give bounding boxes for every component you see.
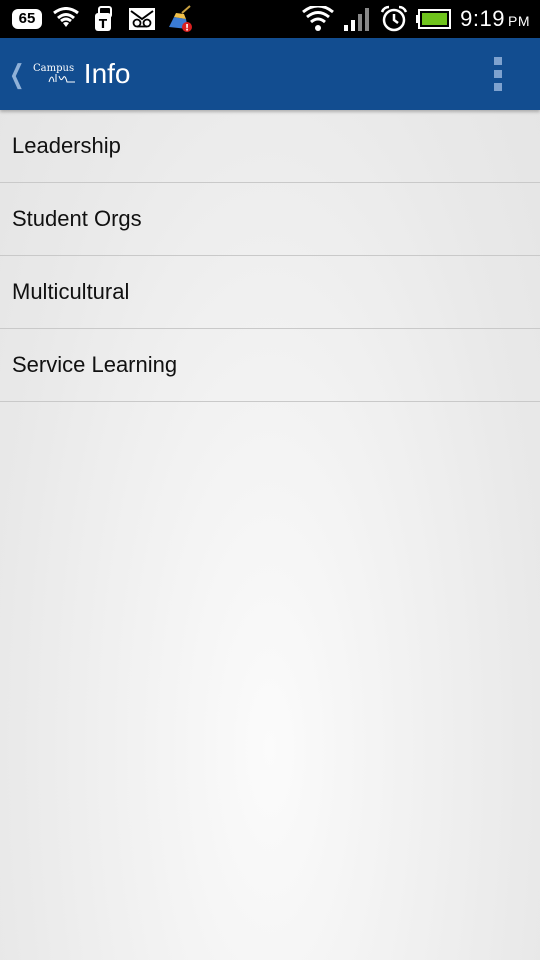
overflow-dot: [494, 57, 502, 65]
list-item-student-orgs[interactable]: Student Orgs: [0, 183, 540, 256]
cell-signal-icon: [342, 5, 372, 33]
list-item-leadership[interactable]: Leadership: [0, 110, 540, 183]
overflow-dot: [494, 83, 502, 91]
page-title: Info: [83, 58, 131, 89]
list-item-label: Service Learning: [12, 352, 178, 377]
battery-icon: [416, 5, 452, 33]
clock-time: 9:19: [460, 6, 505, 31]
up-navigation-button[interactable]: ❮ Campus Info: [0, 38, 131, 110]
tmobile-wifi-icon: [52, 5, 80, 33]
status-bar: 65 T ! 9:19 PM: [0, 0, 540, 38]
svg-text:Campus: Campus: [33, 63, 74, 74]
back-chevron-icon: ❮: [9, 59, 25, 89]
wifi-signal-icon: [302, 5, 335, 33]
list-item-label: Leadership: [12, 133, 121, 158]
svg-text:!: !: [185, 24, 189, 34]
tmobile-apps-icon: T: [90, 5, 118, 33]
campus-life-logo: Campus: [33, 63, 75, 83]
cleaner-alert-icon: !: [166, 5, 194, 33]
status-bar-system: 9:19 PM: [302, 0, 540, 38]
alarm-icon: [380, 5, 408, 33]
voicemail-icon: [128, 5, 156, 33]
svg-text:T: T: [99, 17, 108, 31]
status-bar-notifications: 65 T !: [0, 0, 194, 38]
action-bar: ❮ Campus Info: [0, 38, 540, 110]
overflow-dot: [494, 70, 502, 78]
clock-ampm: PM: [508, 13, 530, 29]
list-item-label: Student Orgs: [12, 206, 142, 231]
info-list: Leadership Student Orgs Multicultural Se…: [0, 110, 540, 402]
clock: 9:19 PM: [460, 6, 530, 32]
list-item-label: Multicultural: [12, 279, 130, 304]
list-item-service-learning[interactable]: Service Learning: [0, 329, 540, 402]
list-item-multicultural[interactable]: Multicultural: [0, 256, 540, 329]
notification-count-badge: 65: [12, 9, 42, 29]
overflow-menu-button[interactable]: [474, 38, 522, 110]
